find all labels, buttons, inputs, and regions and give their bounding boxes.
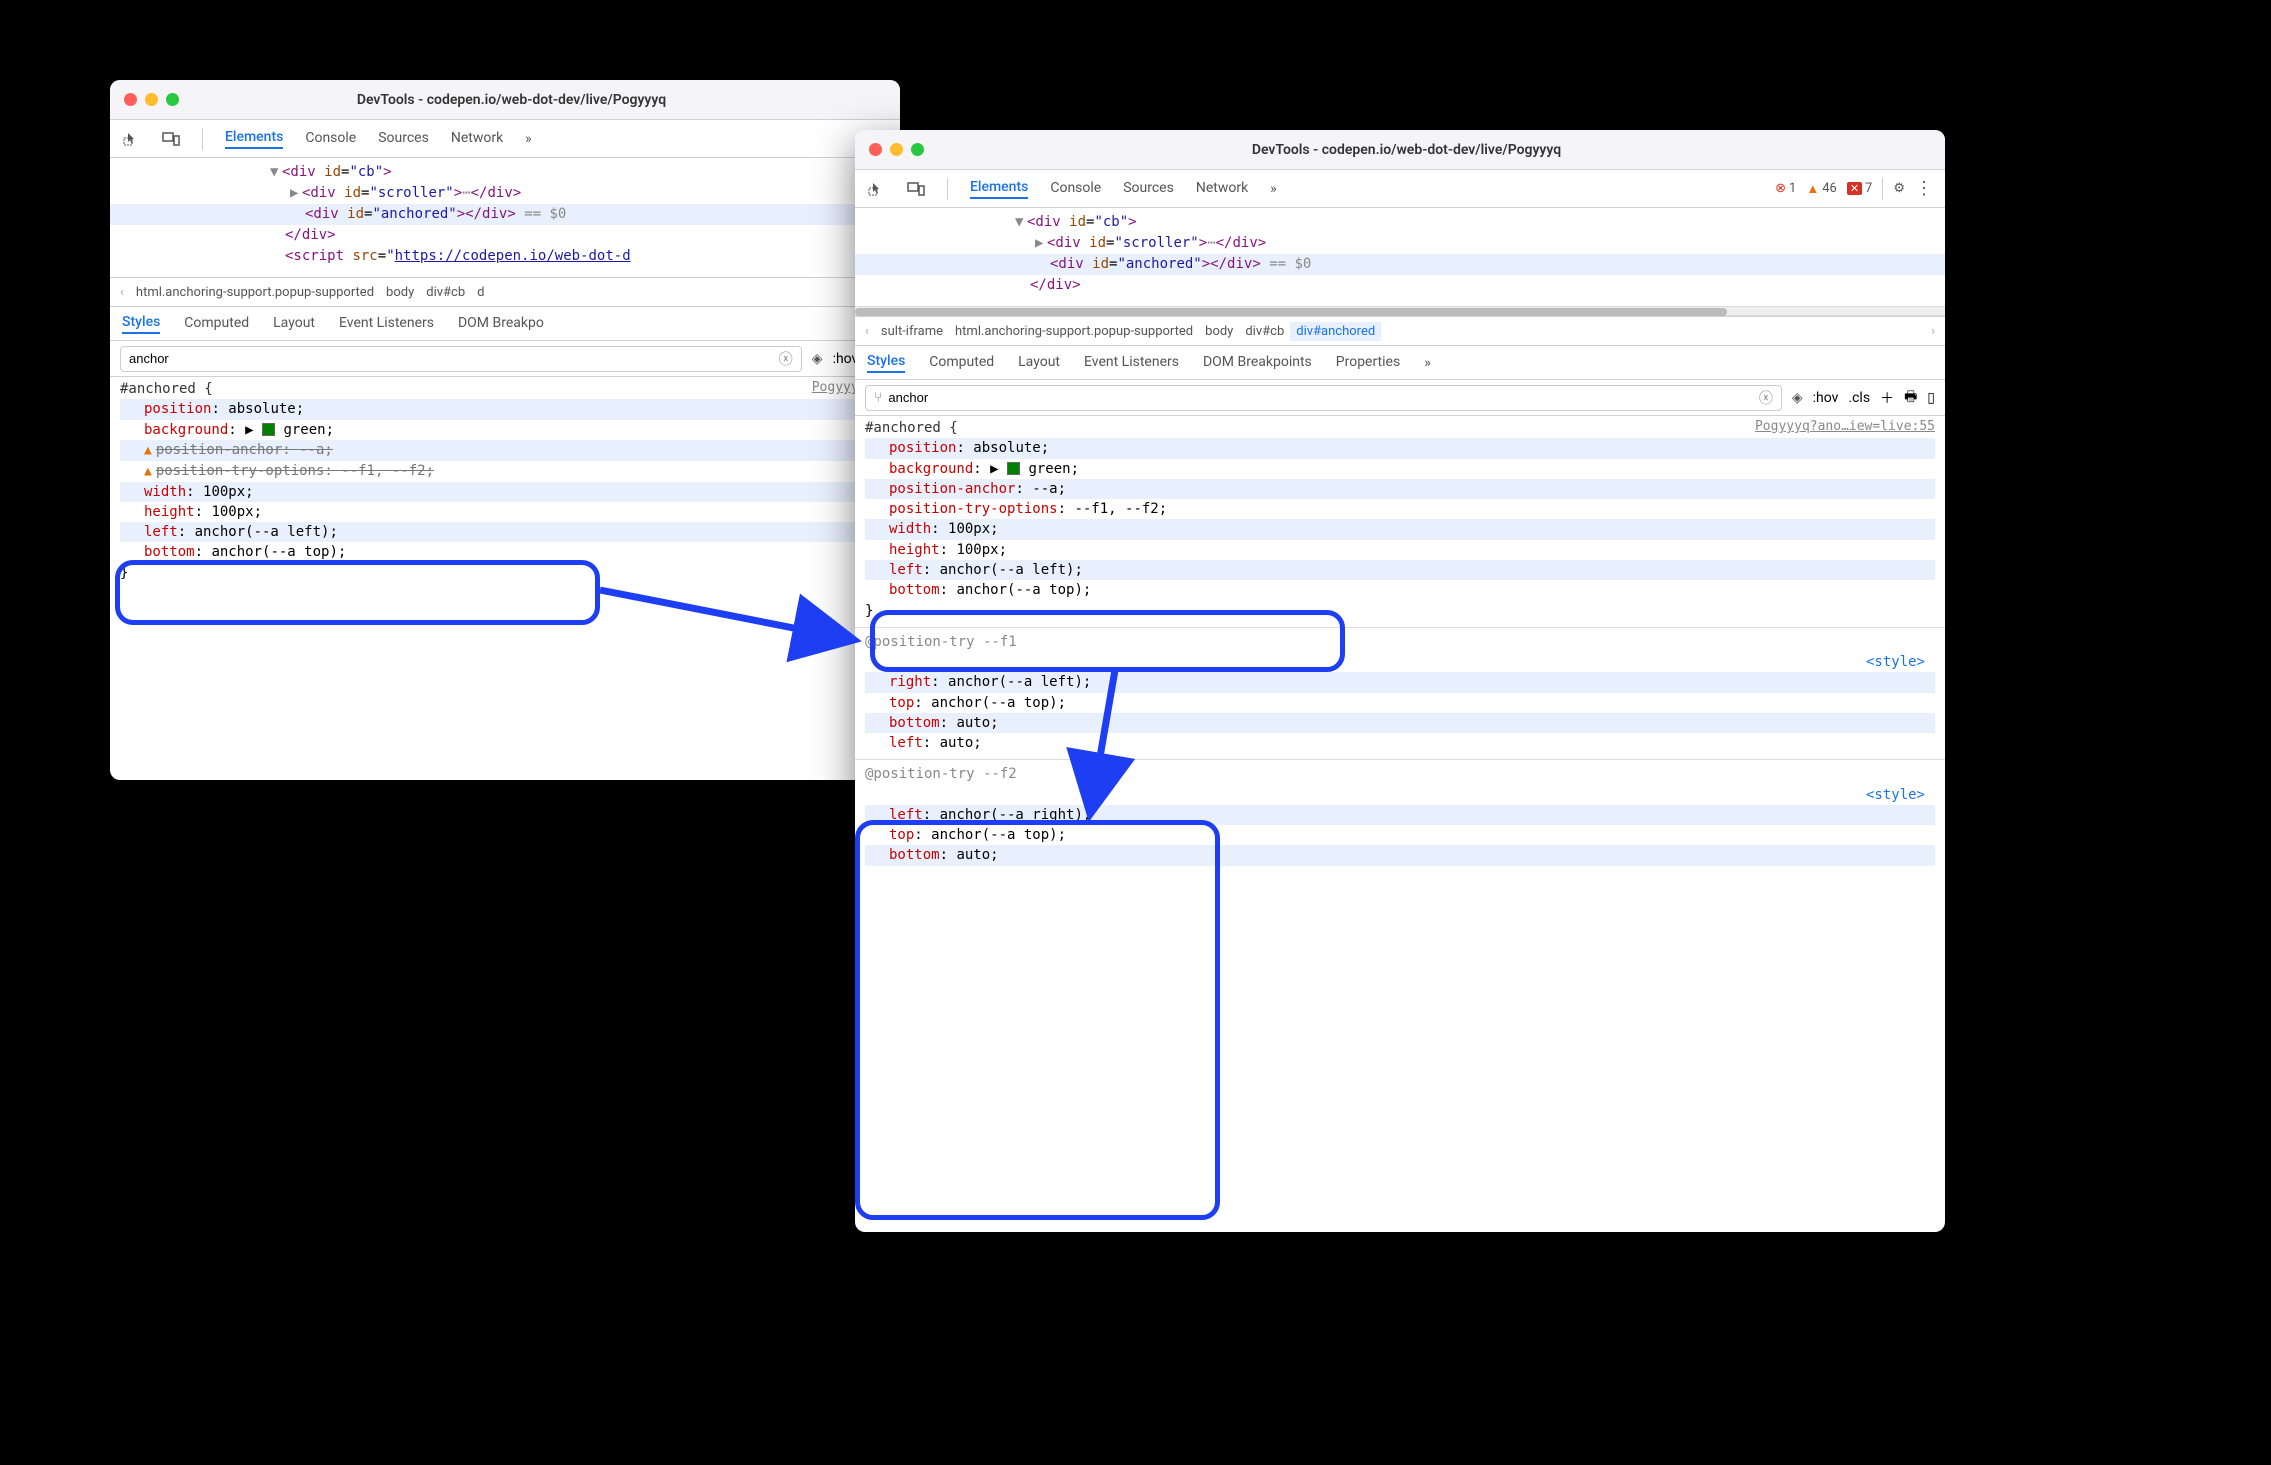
- scrollbar[interactable]: [855, 306, 1945, 316]
- styles-subtabs: Styles Computed Layout Event Listeners D…: [110, 307, 900, 341]
- tab-sources[interactable]: Sources: [378, 130, 429, 148]
- breadcrumb-item[interactable]: div#cb: [420, 283, 471, 302]
- subtab-styles[interactable]: Styles: [867, 353, 905, 373]
- titlebar: DevTools - codepen.io/web-dot-dev/live/P…: [110, 80, 900, 120]
- error-icon: ⊗: [1775, 181, 1786, 196]
- panel-icon[interactable]: ▯: [1927, 390, 1935, 406]
- more-icon[interactable]: ⋮: [1915, 178, 1933, 199]
- subtab-events[interactable]: Event Listeners: [1084, 354, 1179, 372]
- clear-filter-icon[interactable]: ⓧ: [1759, 388, 1773, 408]
- tab-console[interactable]: Console: [305, 130, 356, 148]
- position-try-head: @position-try --f1: [865, 634, 1017, 650]
- breadcrumb-item[interactable]: body: [380, 283, 420, 302]
- breadcrumb-item[interactable]: html.anchoring-support.popup-supported: [130, 283, 380, 302]
- subtab-computed[interactable]: Computed: [929, 354, 994, 372]
- filter-field[interactable]: [129, 351, 773, 366]
- subtab-dom[interactable]: DOM Breakpo: [458, 315, 544, 333]
- style-link[interactable]: <style>: [1866, 785, 1935, 805]
- filter-bar: ⑂ ⓧ ◈ :hov .cls ＋ 🖶 ▯: [855, 380, 1945, 416]
- close-icon[interactable]: [124, 93, 137, 106]
- chevron-left-icon[interactable]: ‹: [859, 324, 875, 339]
- tab-network[interactable]: Network: [1196, 180, 1248, 198]
- filter-input[interactable]: ⑂ ⓧ: [865, 385, 1782, 411]
- style-link[interactable]: <style>: [1866, 652, 1935, 672]
- window-title: DevTools - codepen.io/web-dot-dev/live/P…: [882, 142, 1931, 158]
- filter-input[interactable]: ⓧ: [120, 346, 802, 372]
- filter-icon: ⑂: [874, 390, 882, 406]
- more-tabs-icon[interactable]: »: [525, 131, 532, 147]
- source-link[interactable]: Pogyyyq?ano…iew=live:55: [1755, 418, 1935, 437]
- warning-icon: ▲: [144, 443, 152, 458]
- tab-network[interactable]: Network: [451, 130, 503, 148]
- breadcrumb-item[interactable]: body: [1199, 322, 1239, 341]
- breadcrumb[interactable]: ‹ html.anchoring-support.popup-supported…: [110, 277, 900, 307]
- subtab-events[interactable]: Event Listeners: [339, 315, 434, 333]
- devtools-window-after: DevTools - codepen.io/web-dot-dev/live/P…: [855, 130, 1945, 1232]
- elements-tree[interactable]: ▼<div id="cb"> ▶<div id="scroller">⋯</di…: [110, 158, 900, 277]
- gear-icon[interactable]: ⚙: [1893, 181, 1905, 196]
- expand-icon[interactable]: ▶: [290, 183, 302, 204]
- selected-element[interactable]: <div id="anchored"></div> == $0: [110, 204, 900, 225]
- device-icon[interactable]: [907, 180, 925, 198]
- styles-pane[interactable]: Pogyyyq?an #anchored { position: absolut…: [110, 377, 900, 780]
- chevron-right-icon[interactable]: ›: [1925, 324, 1941, 339]
- breadcrumb-item-selected[interactable]: div#anchored: [1290, 322, 1381, 341]
- breadcrumb-item[interactable]: div#cb: [1239, 322, 1290, 341]
- subtab-props[interactable]: Properties: [1336, 354, 1400, 372]
- separator: [202, 128, 203, 150]
- expand-icon[interactable]: ▶: [1035, 233, 1047, 254]
- subtab-layout[interactable]: Layout: [273, 315, 315, 333]
- inspect-icon[interactable]: [122, 130, 140, 148]
- selected-element[interactable]: <div id="anchored"></div> == $0: [855, 254, 1945, 275]
- elements-tree[interactable]: ▼<div id="cb"> ▶<div id="scroller">⋯</di…: [855, 208, 1945, 306]
- status-bar[interactable]: ⊗1 ▲46 ✕7 ⚙ ⋮: [1775, 178, 1933, 200]
- clear-filter-icon[interactable]: ⓧ: [779, 349, 793, 369]
- breadcrumb[interactable]: ‹ sult-iframe html.anchoring-support.pop…: [855, 316, 1945, 346]
- styles-pane[interactable]: Pogyyyq?ano…iew=live:55 #anchored { posi…: [855, 416, 1945, 1232]
- more-tabs-icon[interactable]: »: [1424, 355, 1431, 371]
- collapse-icon[interactable]: ▼: [1015, 212, 1027, 233]
- tab-console[interactable]: Console: [1050, 180, 1101, 198]
- subtab-computed[interactable]: Computed: [184, 315, 249, 333]
- devtools-window-before: DevTools - codepen.io/web-dot-dev/live/P…: [110, 80, 900, 780]
- tab-elements[interactable]: Elements: [970, 179, 1028, 199]
- separator: [1882, 178, 1883, 200]
- subtab-layout[interactable]: Layout: [1018, 354, 1060, 372]
- window-title: DevTools - codepen.io/web-dot-dev/live/P…: [137, 92, 886, 108]
- warning-icon: ▲: [144, 464, 152, 479]
- filter-field[interactable]: [888, 390, 1752, 405]
- warning-icon: ▲: [1806, 181, 1819, 197]
- hov-toggle[interactable]: :hov: [1813, 390, 1839, 406]
- filter-bar: ⓧ ◈ :hov .cls: [110, 341, 900, 377]
- titlebar: DevTools - codepen.io/web-dot-dev/live/P…: [855, 130, 1945, 170]
- breadcrumb-item[interactable]: html.anchoring-support.popup-supported: [949, 322, 1199, 341]
- breadcrumb-item[interactable]: sult-iframe: [875, 322, 949, 341]
- breadcrumb-item[interactable]: d: [471, 283, 490, 302]
- subtab-dom[interactable]: DOM Breakpoints: [1203, 354, 1312, 372]
- print-icon[interactable]: 🖶: [1904, 386, 1917, 410]
- layers-icon[interactable]: ◈: [812, 351, 823, 367]
- tab-elements[interactable]: Elements: [225, 129, 283, 149]
- add-rule-icon[interactable]: ＋: [1880, 388, 1894, 408]
- close-icon[interactable]: [869, 143, 882, 156]
- tab-sources[interactable]: Sources: [1123, 180, 1174, 198]
- main-toolbar: Elements Console Sources Network »: [110, 120, 900, 158]
- styles-subtabs: Styles Computed Layout Event Listeners D…: [855, 346, 1945, 380]
- inspect-icon[interactable]: [867, 180, 885, 198]
- separator: [947, 178, 948, 200]
- main-toolbar: Elements Console Sources Network » ⊗1 ▲4…: [855, 170, 1945, 208]
- layers-icon[interactable]: ◈: [1792, 390, 1803, 406]
- collapse-icon[interactable]: ▼: [270, 162, 282, 183]
- subtab-styles[interactable]: Styles: [122, 314, 160, 334]
- cls-toggle[interactable]: .cls: [1848, 390, 1870, 406]
- more-tabs-icon[interactable]: »: [1270, 181, 1277, 197]
- position-try-head: @position-try --f2: [865, 766, 1017, 782]
- device-icon[interactable]: [162, 130, 180, 148]
- chevron-left-icon[interactable]: ‹: [114, 285, 130, 300]
- issue-icon: ✕: [1847, 182, 1862, 195]
